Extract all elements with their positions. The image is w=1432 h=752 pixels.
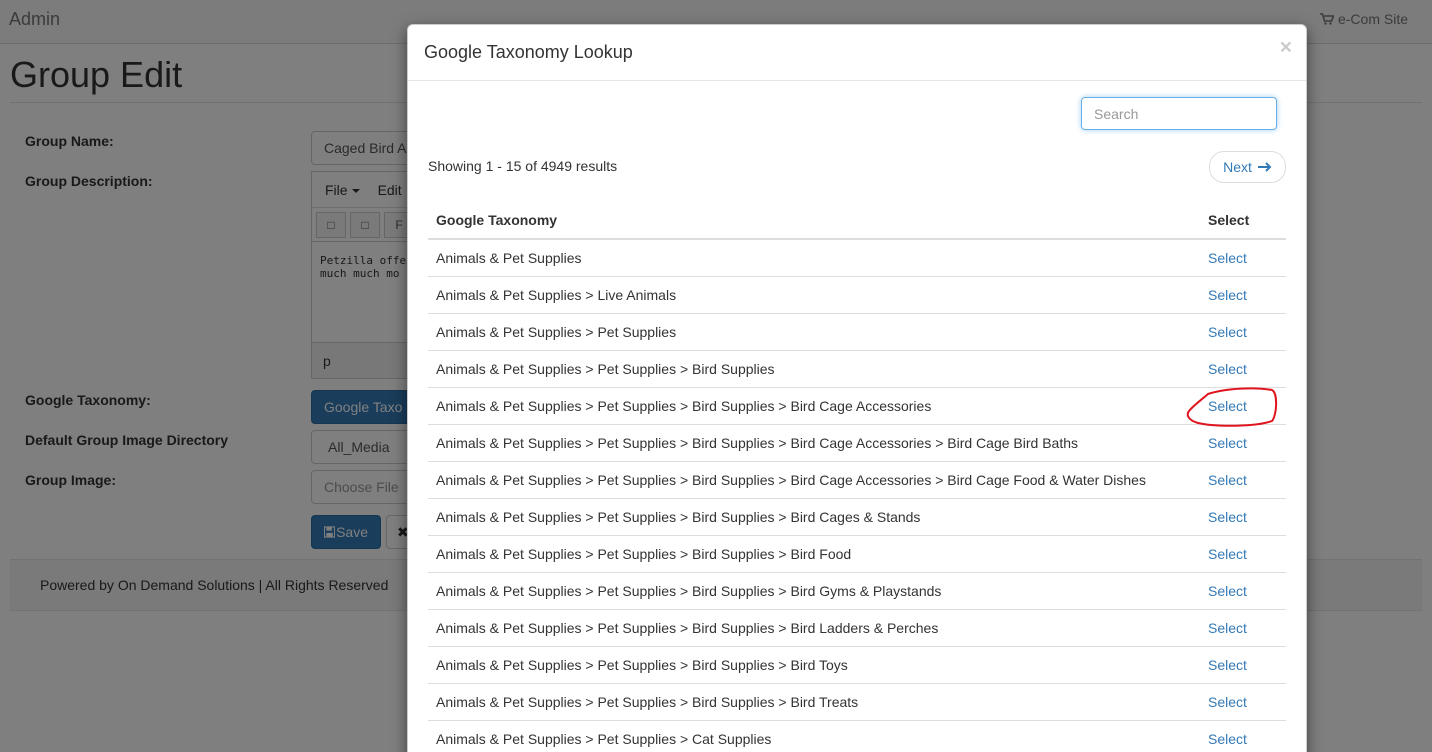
table-row: Animals & Pet Supplies > Live Animals Sel…: [428, 275, 1286, 313]
select-link[interactable]: Select: [1208, 250, 1247, 266]
close-icon[interactable]: ×: [1280, 37, 1292, 58]
select-cell: Select: [1206, 275, 1286, 313]
table-row: Animals & Pet Supplies > Pet Supplies > …: [428, 534, 1286, 572]
taxonomy-path-cell: Animals & Pet Supplies > Pet Supplies > …: [428, 349, 1206, 387]
select-link[interactable]: Select: [1208, 287, 1247, 303]
modal-title: Google Taxonomy Lookup: [424, 42, 633, 62]
select-link[interactable]: Select: [1208, 583, 1247, 599]
table-row: Animals & Pet Supplies > Pet Supplies > …: [428, 423, 1286, 461]
select-cell: Select: [1206, 238, 1286, 276]
select-link-wrapper: Select: [1186, 386, 1278, 427]
select-cell: Select: [1206, 608, 1286, 646]
select-link[interactable]: Select: [1208, 361, 1247, 377]
next-label: Next: [1223, 159, 1252, 175]
table-row: Animals & Pet Supplies > Pet Supplies > …: [428, 460, 1286, 498]
select-link[interactable]: Select: [1208, 546, 1247, 562]
select-link-wrapper: Select: [1208, 250, 1247, 266]
select-link-wrapper: Select: [1208, 472, 1247, 488]
select-cell: Select: [1186, 386, 1286, 427]
table-row: Animals & Pet Supplies > Pet Supplies > …: [428, 497, 1286, 535]
taxonomy-table: Google Taxonomy Select Animals & Pet Sup…: [428, 202, 1286, 752]
table-row: Animals & Pet Supplies > Pet Supplies > …: [428, 571, 1286, 609]
taxonomy-path-cell: Animals & Pet Supplies: [428, 238, 1206, 276]
taxonomy-path-cell: Animals & Pet Supplies > Pet Supplies > …: [428, 682, 1206, 720]
taxonomy-path-cell: Animals & Pet Supplies > Pet Supplies > …: [428, 460, 1206, 498]
select-cell: Select: [1206, 497, 1286, 535]
taxonomy-path-cell: Animals & Pet Supplies > Pet Supplies > …: [428, 719, 1206, 752]
table-row: Animals & Pet Supplies > Pet Supplies > …: [428, 645, 1286, 683]
select-cell: Select: [1206, 349, 1286, 387]
modal-header: Google Taxonomy Lookup ×: [408, 25, 1306, 81]
select-link[interactable]: Select: [1208, 731, 1247, 747]
select-cell: Select: [1206, 312, 1286, 350]
table-header-row: Google Taxonomy Select: [428, 202, 1286, 240]
select-link[interactable]: Select: [1208, 435, 1247, 451]
select-cell: Select: [1206, 645, 1286, 683]
table-row: Animals & Pet Supplies > Pet Supplies Sel…: [428, 312, 1286, 350]
search-input[interactable]: [1081, 97, 1277, 130]
select-cell: Select: [1206, 682, 1286, 720]
arrow-right-icon: [1257, 162, 1272, 172]
taxonomy-path-cell: Animals & Pet Supplies > Pet Supplies > …: [428, 423, 1206, 461]
select-link-wrapper: Select: [1208, 324, 1247, 340]
select-link-wrapper: Select: [1208, 546, 1247, 562]
select-link-wrapper: Select: [1208, 694, 1247, 710]
next-page-button[interactable]: Next: [1209, 151, 1286, 183]
select-link[interactable]: Select: [1208, 620, 1247, 636]
taxonomy-path-cell: Animals & Pet Supplies > Pet Supplies > …: [428, 534, 1206, 572]
taxonomy-path-cell: Animals & Pet Supplies > Pet Supplies > …: [428, 571, 1206, 609]
col-header-select: Select: [1206, 202, 1286, 240]
select-link-wrapper: Select: [1208, 435, 1247, 451]
select-link-wrapper: Select: [1208, 583, 1247, 599]
select-link[interactable]: Select: [1208, 509, 1247, 525]
taxonomy-path-cell: Animals & Pet Supplies > Pet Supplies > …: [428, 497, 1206, 535]
select-cell: Select: [1206, 571, 1286, 609]
col-header-taxonomy: Google Taxonomy: [428, 202, 1206, 240]
table-row: Animals & Pet Supplies > Pet Supplies > …: [428, 682, 1286, 720]
table-row: Animals & Pet Supplies > Pet Supplies > …: [428, 719, 1286, 752]
taxonomy-path-cell: Animals & Pet Supplies > Live Animals: [428, 275, 1206, 313]
table-row: Animals & Pet Supplies Select: [428, 238, 1286, 276]
select-link-wrapper: Select: [1208, 731, 1247, 747]
taxonomy-table-body: Animals & Pet Supplies Select Animals & Pe…: [428, 238, 1286, 752]
select-link[interactable]: Select: [1208, 324, 1247, 340]
results-count: Showing 1 - 15 of 4949 results: [428, 158, 618, 174]
select-link-wrapper: Select: [1208, 657, 1247, 673]
select-cell: Select: [1206, 423, 1286, 461]
select-link[interactable]: Select: [1208, 398, 1247, 414]
select-cell: Select: [1206, 534, 1286, 572]
taxonomy-path-cell: Animals & Pet Supplies > Pet Supplies > …: [428, 645, 1206, 683]
select-link-wrapper: Select: [1208, 361, 1247, 377]
select-link[interactable]: Select: [1208, 657, 1247, 673]
taxonomy-lookup-modal: Google Taxonomy Lookup × Showing 1 - 15 …: [407, 24, 1307, 752]
select-link-wrapper: Select: [1208, 509, 1247, 525]
select-link[interactable]: Select: [1208, 472, 1247, 488]
select-link-wrapper: Select: [1208, 620, 1247, 636]
taxonomy-path-cell: Animals & Pet Supplies > Pet Supplies > …: [428, 608, 1206, 646]
select-link[interactable]: Select: [1208, 694, 1247, 710]
table-row: Animals & Pet Supplies > Pet Supplies > …: [428, 349, 1286, 387]
select-link-wrapper: Select: [1208, 287, 1247, 303]
select-cell: Select: [1206, 460, 1286, 498]
table-row: Animals & Pet Supplies > Pet Supplies > …: [428, 608, 1286, 646]
taxonomy-path-cell: Animals & Pet Supplies > Pet Supplies: [428, 312, 1206, 350]
table-row: Animals & Pet Supplies > Pet Supplies > …: [428, 386, 1286, 427]
select-cell: Select: [1206, 719, 1286, 752]
taxonomy-path-cell: Animals & Pet Supplies > Pet Supplies > …: [428, 386, 1206, 424]
